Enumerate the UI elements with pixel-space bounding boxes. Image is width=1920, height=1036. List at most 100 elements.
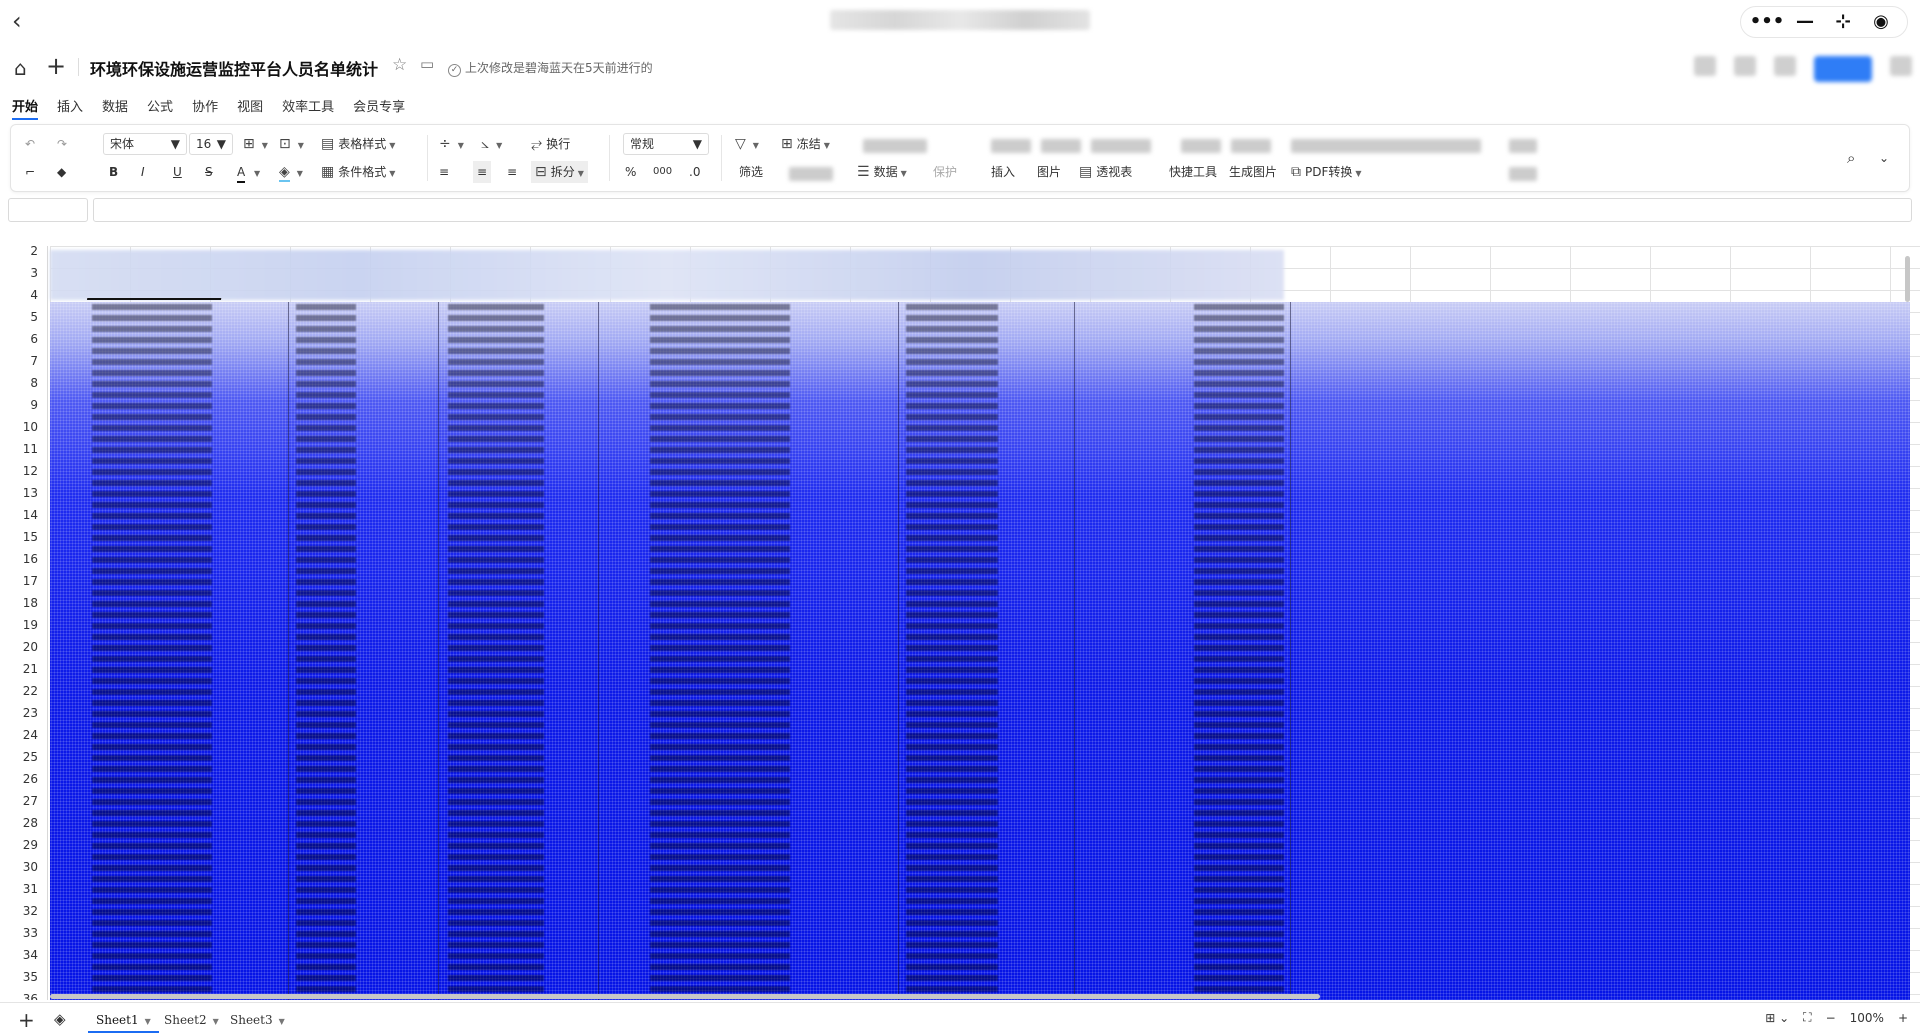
- wrap-button[interactable]: ⥂ 换行: [531, 133, 570, 155]
- redacted-tool[interactable]: [1509, 139, 1537, 153]
- redacted-tool[interactable]: [1509, 167, 1537, 181]
- bold-button[interactable]: B: [109, 161, 118, 183]
- align-right-icon[interactable]: ≡: [507, 161, 517, 183]
- underline-button[interactable]: U: [173, 161, 182, 183]
- minimize-icon[interactable]: —: [1787, 8, 1823, 36]
- row-number[interactable]: 19: [0, 618, 38, 632]
- filter-dropdown[interactable]: ▽ ▼: [735, 133, 759, 155]
- redacted-action-1[interactable]: [1694, 56, 1716, 76]
- plus-icon[interactable]: +: [46, 52, 66, 80]
- row-number[interactable]: 9: [0, 398, 38, 412]
- view-mode-icon[interactable]: ⊞ ⌄: [1765, 1011, 1789, 1025]
- row-number[interactable]: 29: [0, 838, 38, 852]
- collapse-ribbon-icon[interactable]: ⌄: [1879, 147, 1889, 169]
- tab-formula[interactable]: 公式: [147, 92, 173, 120]
- layers-icon[interactable]: ◈: [54, 1010, 66, 1028]
- percent-button[interactable]: %: [625, 161, 636, 183]
- row-number[interactable]: 22: [0, 684, 38, 698]
- add-sheet-icon[interactable]: +: [18, 1008, 35, 1032]
- align-left-icon[interactable]: ≡: [439, 161, 449, 183]
- redacted-tool[interactable]: [1041, 139, 1081, 153]
- row-number[interactable]: 8: [0, 376, 38, 390]
- fullscreen-icon[interactable]: ⛶: [1803, 1010, 1811, 1025]
- font-color-button[interactable]: A: [237, 161, 246, 183]
- row-number[interactable]: 24: [0, 728, 38, 742]
- thousands-button[interactable]: 000: [653, 161, 672, 183]
- row-number[interactable]: 11: [0, 442, 38, 456]
- row-number[interactable]: 21: [0, 662, 38, 676]
- sheet-tab-1[interactable]: Sheet1 ▼: [88, 1009, 159, 1033]
- redacted-action-3[interactable]: [1774, 56, 1796, 76]
- home-icon[interactable]: ⌂: [14, 56, 27, 80]
- name-box[interactable]: [8, 198, 88, 222]
- text-direction-button[interactable]: ⦣ ▼: [481, 133, 502, 155]
- sheet-tab-2[interactable]: Sheet2 ▼: [156, 1009, 227, 1033]
- cond-format-button[interactable]: ▦ 条件格式 ▼: [321, 161, 395, 183]
- row-number[interactable]: 20: [0, 640, 38, 654]
- data-button[interactable]: ☰ 数据 ▼: [857, 161, 907, 183]
- row-number[interactable]: 28: [0, 816, 38, 830]
- font-name-select[interactable]: 宋体 ▼: [103, 133, 187, 155]
- row-number[interactable]: 5: [0, 310, 38, 324]
- quick-tools-button[interactable]: 快捷工具: [1169, 161, 1217, 183]
- more-dots-icon[interactable]: •••: [1749, 8, 1785, 36]
- row-number[interactable]: 30: [0, 860, 38, 874]
- zoom-out-icon[interactable]: −: [1826, 1011, 1836, 1025]
- image-button[interactable]: 图片: [1037, 161, 1061, 183]
- resize-icon[interactable]: ⊹: [1825, 8, 1861, 36]
- pdf-button[interactable]: ⧉ PDF转换 ▼: [1291, 161, 1362, 183]
- row-number[interactable]: 26: [0, 772, 38, 786]
- valign-button[interactable]: ÷ ▼: [439, 133, 464, 155]
- align-center-icon[interactable]: ≡: [473, 161, 492, 183]
- row-number[interactable]: 15: [0, 530, 38, 544]
- row-number[interactable]: 12: [0, 464, 38, 478]
- crop-button[interactable]: ⊡ ▼: [279, 133, 304, 155]
- formula-input[interactable]: [93, 198, 1912, 222]
- row-number[interactable]: 10: [0, 420, 38, 434]
- gen-image-button[interactable]: 生成图片: [1229, 161, 1277, 183]
- tab-collab[interactable]: 协作: [192, 92, 218, 120]
- redacted-tool[interactable]: [863, 139, 927, 153]
- redacted-tool[interactable]: [1091, 139, 1151, 153]
- row-number[interactable]: 3: [0, 266, 38, 280]
- redacted-tool[interactable]: [1291, 139, 1481, 153]
- insert-button[interactable]: 插入: [991, 161, 1015, 183]
- eraser-icon[interactable]: ◆: [57, 161, 66, 183]
- row-number[interactable]: 34: [0, 948, 38, 962]
- redacted-action-4[interactable]: [1890, 56, 1912, 76]
- chevron-left-icon[interactable]: ‹: [12, 9, 38, 35]
- row-number[interactable]: 31: [0, 882, 38, 896]
- filter-button[interactable]: 筛选: [739, 161, 763, 183]
- format-painter-icon[interactable]: ⌐: [25, 161, 35, 183]
- row-number[interactable]: 16: [0, 552, 38, 566]
- row-number[interactable]: 32: [0, 904, 38, 918]
- doc-title[interactable]: 环境环保设施运营监控平台人员名单统计: [90, 56, 378, 80]
- font-size-select[interactable]: 16 ▼: [189, 133, 233, 155]
- tab-data[interactable]: 数据: [102, 92, 128, 120]
- tab-insert[interactable]: 插入: [57, 92, 83, 120]
- tab-start[interactable]: 开始: [12, 92, 39, 120]
- redacted-sort[interactable]: [789, 167, 833, 181]
- decimal-button[interactable]: .0: [689, 161, 700, 183]
- tab-efficiency[interactable]: 效率工具: [282, 92, 334, 120]
- pivot-button[interactable]: ▤ 透视表: [1079, 161, 1132, 183]
- fill-color-button[interactable]: ◈ ▼: [279, 161, 303, 183]
- target-close-icon[interactable]: ◉: [1863, 8, 1899, 36]
- search-icon[interactable]: ⌕: [1847, 147, 1855, 169]
- redacted-tool[interactable]: [1231, 139, 1271, 153]
- redacted-tool[interactable]: [991, 139, 1031, 153]
- row-number[interactable]: 23: [0, 706, 38, 720]
- tab-view[interactable]: 视图: [237, 92, 263, 120]
- horizontal-scrollbar[interactable]: [50, 994, 1320, 999]
- redacted-tool[interactable]: [1181, 139, 1221, 153]
- font-color-dropdown[interactable]: ▼: [251, 161, 260, 183]
- row-number[interactable]: 36: [0, 992, 38, 1000]
- row-number[interactable]: 33: [0, 926, 38, 940]
- share-button-redacted[interactable]: [1814, 56, 1872, 82]
- italic-button[interactable]: I: [141, 161, 145, 183]
- folder-icon[interactable]: ▭: [420, 55, 434, 73]
- protect-button[interactable]: 保护: [933, 161, 957, 183]
- redo-icon[interactable]: ↷: [57, 133, 67, 155]
- borders-button[interactable]: ⊞ ▼: [243, 133, 268, 155]
- redacted-action-2[interactable]: [1734, 56, 1756, 76]
